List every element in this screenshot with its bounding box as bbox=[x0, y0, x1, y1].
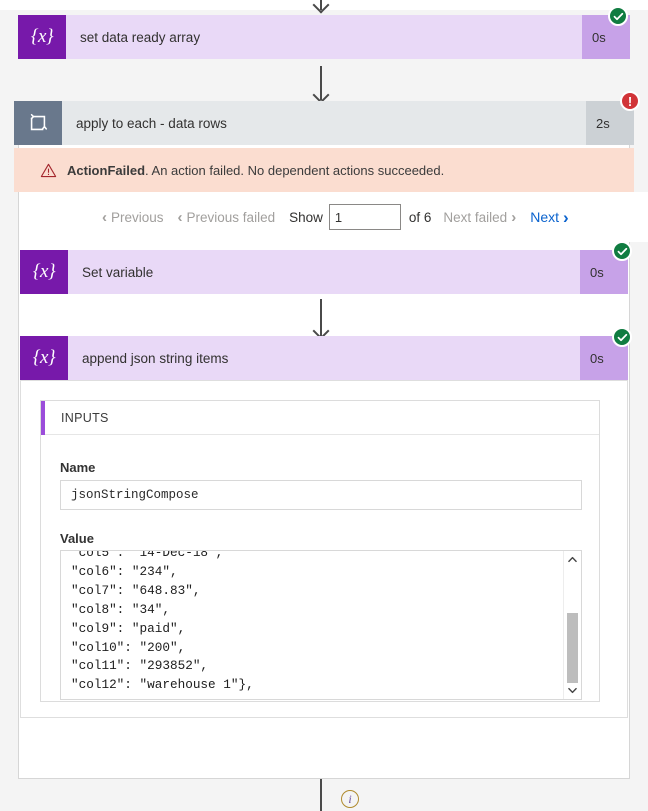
value-text-viewport: "col5": "14-Dec-18", "col6": "234", "col… bbox=[61, 551, 563, 699]
inputs-title: INPUTS bbox=[61, 410, 109, 425]
connector-arrow-2 bbox=[312, 299, 330, 340]
name-field-input[interactable] bbox=[60, 480, 582, 510]
variable-icon: {x} bbox=[18, 15, 66, 59]
connector-arrow-top bbox=[312, 0, 330, 14]
action-card-apply-to-each[interactable]: apply to each - data rows 2s bbox=[14, 101, 634, 145]
action-title: append json string items bbox=[68, 336, 580, 380]
value-field-textarea[interactable]: "col5": "14-Dec-18", "col6": "234", "col… bbox=[60, 550, 582, 700]
status-badge-succeeded bbox=[612, 241, 632, 261]
pagination-previous-failed[interactable]: ‹ Previous failed bbox=[178, 210, 276, 225]
scrollbar-thumb[interactable] bbox=[567, 613, 578, 683]
action-title: set data ready array bbox=[66, 15, 582, 59]
chevron-left-icon: ‹ bbox=[177, 208, 183, 226]
scroll-down-icon[interactable] bbox=[564, 682, 581, 699]
pagination-previous[interactable]: ‹ Previous bbox=[102, 210, 164, 225]
warning-triangle-icon bbox=[40, 163, 57, 178]
scroll-up-icon[interactable] bbox=[564, 551, 581, 568]
value-json-text: "col5": "14-Dec-18", "col6": "234", "col… bbox=[71, 551, 254, 693]
arrowhead-icon bbox=[312, 0, 330, 14]
action-card-set-data-ready-array[interactable]: {x} set data ready array 0s bbox=[18, 15, 630, 59]
pagination-page-input[interactable] bbox=[328, 204, 401, 230]
pagination-previous-label: Previous bbox=[111, 209, 164, 225]
pagination-next[interactable]: Next › bbox=[530, 209, 568, 226]
error-exclamation-icon: ! bbox=[627, 93, 633, 109]
variable-icon: {x} bbox=[20, 336, 68, 380]
success-check-icon bbox=[617, 247, 627, 255]
success-check-icon bbox=[613, 12, 623, 20]
inputs-header: INPUTS bbox=[41, 400, 599, 435]
variable-icon: {x} bbox=[20, 250, 68, 294]
action-title: Set variable bbox=[68, 250, 580, 294]
name-field-label: Name bbox=[60, 460, 96, 475]
info-glyph: i bbox=[348, 791, 352, 806]
status-badge-failed: ! bbox=[620, 91, 640, 111]
failure-detail: . An action failed. No dependent actions… bbox=[145, 162, 445, 178]
action-card-set-variable[interactable]: {x} Set variable 0s bbox=[20, 250, 628, 294]
info-circle-icon[interactable]: i bbox=[341, 790, 359, 808]
pagination-of-label: of 6 bbox=[408, 209, 432, 225]
connector-line-bottom bbox=[320, 779, 322, 811]
pagination-next-failed[interactable]: Next failed › bbox=[443, 210, 516, 225]
failure-code: ActionFailed bbox=[67, 162, 146, 178]
chevron-left-icon: ‹ bbox=[102, 208, 107, 226]
loop-icon bbox=[14, 101, 62, 145]
success-check-icon bbox=[617, 333, 627, 341]
pagination-bar: ‹ Previous ‹ Previous failed Show of 6 N… bbox=[19, 192, 648, 242]
failure-message: ActionFailed. An action failed. No depen… bbox=[67, 163, 444, 178]
pagination-show-label: Show bbox=[289, 209, 323, 225]
action-card-append-json-string-items[interactable]: {x} append json string items 0s bbox=[20, 336, 628, 380]
pagination-next-label: Next bbox=[530, 209, 559, 225]
status-badge-succeeded bbox=[612, 327, 632, 347]
loop-arrow-icon bbox=[30, 113, 48, 131]
action-title: apply to each - data rows bbox=[62, 101, 586, 145]
chevron-right-icon: › bbox=[563, 207, 569, 227]
status-badge-succeeded bbox=[608, 6, 628, 26]
connector-arrow-1 bbox=[312, 66, 330, 104]
value-field-label: Value bbox=[60, 531, 94, 546]
chevron-right-icon: › bbox=[511, 208, 517, 226]
value-textarea-scrollbar[interactable] bbox=[563, 551, 581, 699]
failure-banner: ActionFailed. An action failed. No depen… bbox=[14, 148, 634, 192]
pagination-previous-failed-label: Previous failed bbox=[186, 209, 276, 225]
pagination-next-failed-label: Next failed bbox=[443, 209, 508, 225]
